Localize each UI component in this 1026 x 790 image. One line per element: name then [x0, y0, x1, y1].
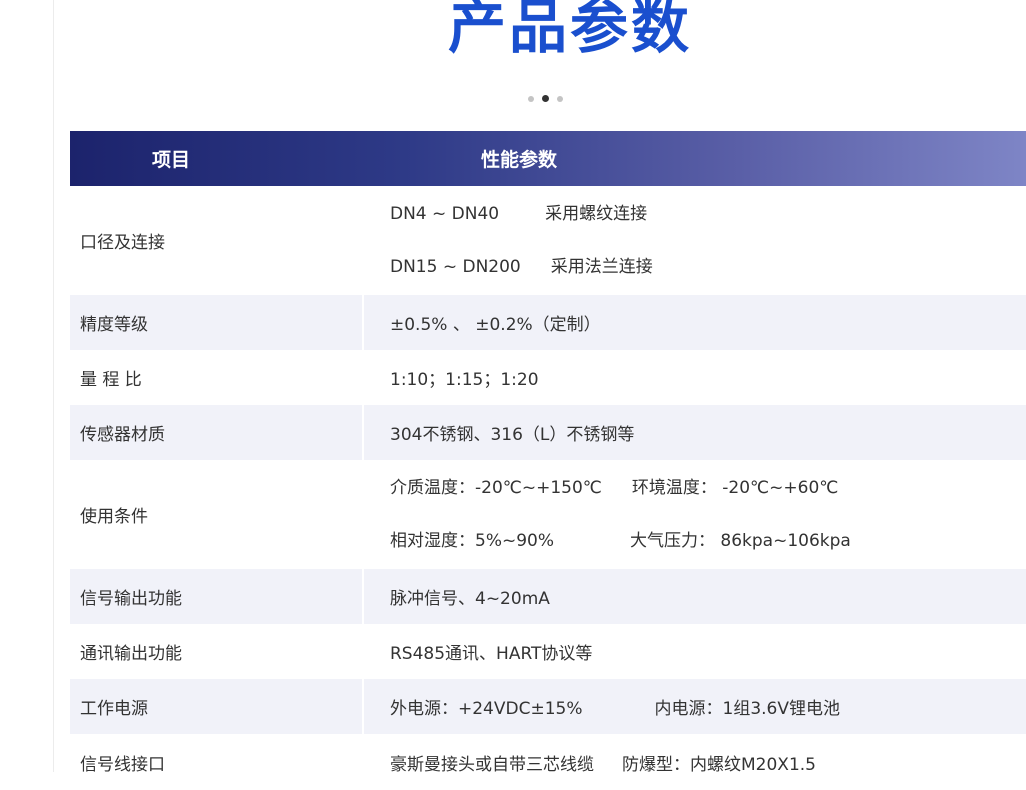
row-label-caliber: 口径及连接: [70, 186, 364, 295]
row-value-signal-output: 脉冲信号、4~20mA: [363, 569, 1026, 624]
header-params: 性能参数: [481, 149, 558, 171]
row-value-range-ratio: 1:10；1:15；1:20: [390, 370, 539, 390]
row-value-sensor-material: 304不锈钢、316（L）不锈钢等: [363, 405, 1026, 460]
value-text: 环境温度： -20℃~+60℃: [631, 477, 839, 498]
table-row: 通讯输出功能 RS485通讯、HART协议等: [70, 624, 1026, 679]
value-text: 采用螺纹连接: [545, 203, 648, 224]
value-text: 外电源：+24VDC±15%: [390, 699, 583, 719]
carousel-dot[interactable]: [528, 95, 534, 102]
table-row: 口径及连接 DN4 ~ DN40 采用螺纹连接 DN15 ~ DN200 采用法兰连…: [70, 186, 1026, 295]
value-text: 内电源：1组3.6V锂电池: [654, 699, 840, 719]
table-row: 信号线接口 豪斯曼接头或自带三芯线缆 防爆型：内螺纹M20X1.5: [70, 734, 1026, 790]
carousel-dot-active[interactable]: [542, 95, 549, 102]
table-row: 量 程 比 1:10；1:15；1:20: [70, 350, 1026, 405]
row-value-signal-interface: 豪斯曼接头或自带三芯线缆 防爆型：内螺纹M20X1.5: [363, 734, 1026, 790]
row-value-comm-output: RS485通讯、HART协议等: [390, 644, 593, 664]
row-label-signal-interface: 信号线接口: [70, 734, 364, 790]
page-title: 产品参数: [447, 0, 692, 61]
value-text: 大气压力： 86kpa~106kpa: [630, 530, 851, 551]
row-value-power: 外电源：+24VDC±15% 内电源：1组3.6V锂电池: [363, 679, 1026, 734]
table-row: 使用条件 介质温度：-20℃~+150℃ 环境温度： -20℃~+60℃ 相对湿度…: [70, 460, 1026, 569]
row-label-accuracy: 精度等级: [70, 295, 364, 350]
header-item: 项目: [152, 149, 191, 171]
value-text: 介质温度：-20℃~+150℃: [390, 477, 602, 498]
table-row: 精度等级 ±0.5% 、 ±0.2%（定制）: [70, 295, 1026, 350]
row-label-power: 工作电源: [70, 679, 364, 734]
row-label-range-ratio: 量 程 比: [70, 350, 364, 405]
row-label-conditions: 使用条件: [70, 460, 364, 569]
table-row: 工作电源 外电源：+24VDC±15% 内电源：1组3.6V锂电池: [70, 679, 1026, 734]
value-text: 相对湿度：5%~90%: [390, 530, 554, 551]
value-text: DN4 ~ DN40: [390, 203, 500, 224]
value-text: 采用法兰连接: [550, 256, 653, 277]
carousel-dots: [528, 95, 563, 102]
table-header-row: 项目 性能参数: [70, 131, 1026, 186]
left-divider: [53, 0, 54, 772]
table-row: 传感器材质 304不锈钢、316（L）不锈钢等: [70, 405, 1026, 460]
row-label-signal-output: 信号输出功能: [70, 569, 364, 624]
spec-table: 项目 性能参数 口径及连接 DN4 ~ DN40 采用螺纹连接 DN15 ~ DN…: [70, 131, 1026, 790]
value-text: DN15 ~ DN200: [390, 256, 521, 277]
table-row: 信号输出功能 脉冲信号、4~20mA: [70, 569, 1026, 624]
row-value-caliber: DN4 ~ DN40 采用螺纹连接 DN15 ~ DN200 采用法兰连接: [363, 186, 1026, 295]
row-value-conditions: 介质温度：-20℃~+150℃ 环境温度： -20℃~+60℃ 相对湿度：5%~9…: [363, 460, 1026, 569]
carousel-dot[interactable]: [557, 95, 563, 102]
row-label-sensor-material: 传感器材质: [70, 405, 364, 460]
row-value-accuracy: ±0.5% 、 ±0.2%（定制）: [363, 295, 1026, 350]
row-label-comm-output: 通讯输出功能: [70, 624, 364, 679]
